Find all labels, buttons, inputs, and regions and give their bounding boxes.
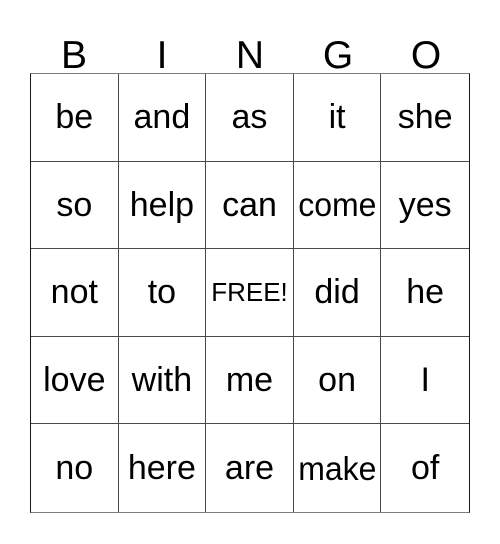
bingo-cell[interactable]: are bbox=[206, 424, 294, 512]
bingo-cell-text: not bbox=[50, 273, 98, 312]
bingo-cell[interactable]: make bbox=[294, 424, 382, 512]
bingo-row: love with me on I bbox=[31, 336, 469, 425]
header-letter-text: G bbox=[322, 34, 354, 77]
bingo-header-letter-o: O bbox=[382, 24, 470, 77]
header-letter-text: I bbox=[156, 34, 168, 77]
bingo-cell[interactable]: did bbox=[293, 249, 382, 337]
bingo-cell-text: and bbox=[133, 98, 191, 137]
bingo-cell[interactable]: me bbox=[206, 336, 294, 425]
bingo-cell-text: come bbox=[297, 186, 377, 224]
bingo-header-row: B I N G O bbox=[30, 24, 470, 77]
bingo-cell[interactable]: he bbox=[381, 249, 469, 337]
bingo-cell[interactable]: she bbox=[381, 74, 469, 162]
bingo-cell[interactable]: and bbox=[118, 74, 207, 162]
bingo-row: so help can come yes bbox=[31, 161, 469, 250]
bingo-cell[interactable]: yes bbox=[381, 162, 469, 250]
bingo-cell[interactable]: help bbox=[118, 161, 207, 250]
bingo-cell[interactable]: as bbox=[206, 74, 294, 162]
bingo-cell[interactable]: so bbox=[31, 161, 119, 250]
bingo-cell-text: did bbox=[314, 273, 360, 312]
bingo-cell-text: me bbox=[225, 361, 274, 400]
header-letter-text: O bbox=[410, 34, 442, 77]
bingo-cell[interactable]: not bbox=[31, 249, 119, 337]
header-letter-text: N bbox=[235, 34, 265, 77]
bingo-header-letter-b: B bbox=[30, 24, 118, 77]
header-letter-text: B bbox=[60, 34, 87, 77]
bingo-cell[interactable]: with bbox=[118, 336, 207, 425]
bingo-cell-text: on bbox=[318, 361, 356, 400]
bingo-cell[interactable]: it bbox=[293, 74, 382, 162]
bingo-cell[interactable]: to bbox=[118, 249, 207, 337]
bingo-cell[interactable]: can bbox=[206, 161, 294, 250]
bingo-row: not to FREE! did he bbox=[31, 249, 469, 337]
bingo-row: no here are make of bbox=[31, 424, 469, 512]
bingo-cell[interactable]: here bbox=[119, 424, 207, 512]
bingo-cell-text: can bbox=[222, 185, 277, 224]
bingo-cell-text: to bbox=[147, 273, 177, 312]
bingo-cell[interactable]: on bbox=[293, 336, 382, 425]
bingo-cell[interactable]: love bbox=[31, 336, 119, 425]
bingo-header-letter-i: I bbox=[118, 24, 206, 77]
bingo-cell-text: as bbox=[231, 98, 268, 137]
bingo-card: B I N G O be and as it she so help can c… bbox=[0, 0, 500, 544]
bingo-cell-text: he bbox=[406, 273, 445, 312]
bingo-cell[interactable]: be bbox=[31, 74, 119, 162]
bingo-cell-text: it bbox=[328, 98, 346, 137]
bingo-header-letter-n: N bbox=[206, 24, 294, 77]
bingo-cell-text: be bbox=[55, 98, 94, 137]
bingo-cell-text: she bbox=[397, 98, 453, 137]
bingo-cell-text: make bbox=[297, 449, 377, 487]
bingo-cell[interactable]: come bbox=[293, 161, 382, 250]
bingo-cell-text: no bbox=[55, 449, 94, 488]
bingo-free-space-cell[interactable]: FREE! bbox=[206, 249, 294, 337]
bingo-cell-text: yes bbox=[398, 185, 452, 224]
bingo-cell-text: of bbox=[410, 449, 440, 488]
bingo-cell-text: love bbox=[43, 361, 106, 400]
bingo-cell-text: I bbox=[420, 361, 430, 400]
bingo-grid: be and as it she so help can come yes no… bbox=[30, 73, 470, 513]
bingo-cell-text: are bbox=[224, 449, 275, 488]
bingo-cell[interactable]: I bbox=[381, 337, 469, 425]
bingo-cell[interactable]: of bbox=[381, 424, 469, 512]
bingo-cell[interactable]: no bbox=[31, 424, 119, 512]
bingo-header-letter-g: G bbox=[294, 24, 382, 77]
bingo-cell-text: with bbox=[131, 361, 193, 400]
bingo-cell-text: help bbox=[129, 185, 195, 224]
bingo-free-space-text: FREE! bbox=[211, 277, 288, 308]
bingo-row: be and as it she bbox=[31, 74, 469, 162]
bingo-cell-text: here bbox=[127, 449, 196, 488]
bingo-cell-text: so bbox=[56, 185, 93, 224]
